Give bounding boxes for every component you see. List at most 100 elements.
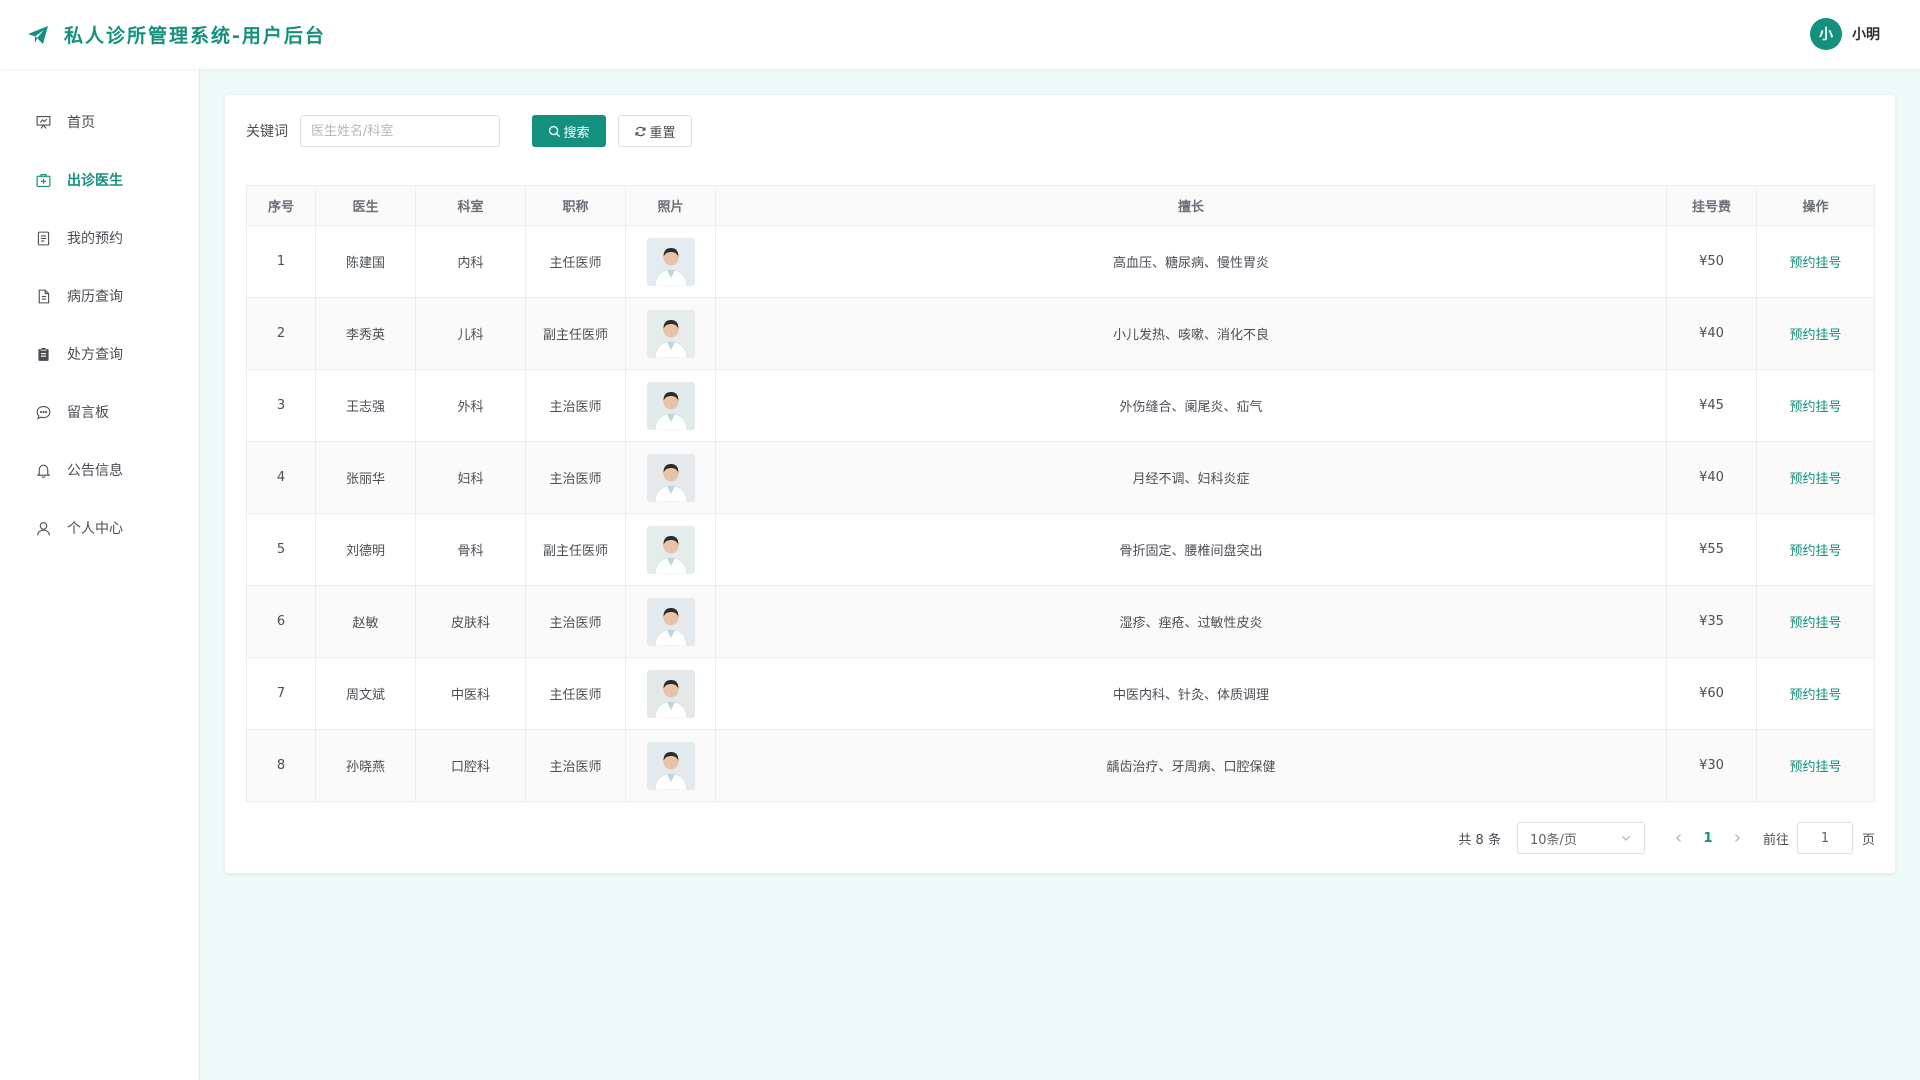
book-appointment-link[interactable]: 预约挂号 [1789,328,1841,343]
sidebar-item-doctors[interactable]: 出诊医生 [0,151,199,209]
sidebar: 首页 出诊医生 我的预约 病历查询 处方查询 留言板 公告信息 个人中心 [0,69,200,1080]
sidebar-item-appointments[interactable]: 我的预约 [0,209,199,267]
doctor-fee-cell: ¥60 [1666,657,1757,730]
doctor-list-card: 关键词 搜索 重置 序号 医生 科室 职称 照片 擅长 挂号费 操作 [225,95,1895,873]
doctor-dept-cell: 中医科 [415,657,526,730]
doctor-dept-cell: 皮肤科 [415,585,526,658]
sidebar-item-label: 出诊医生 [67,173,123,189]
doctor-title-cell: 副主任医师 [525,513,626,586]
table-header-row: 序号 医生 科室 职称 照片 擅长 挂号费 操作 [246,185,1875,226]
column-header: 擅长 [715,185,1667,226]
doctor-dept-cell: 儿科 [415,297,526,370]
doctor-action-cell: 预约挂号 [1756,585,1875,658]
sidebar-item-label: 个人中心 [67,521,123,537]
doctor-specialty-cell: 外伤缝合、阑尾炎、疝气 [715,369,1667,442]
page-size-value: 10条/页 [1529,832,1577,848]
book-appointment-link[interactable]: 预约挂号 [1789,760,1841,775]
doctor-name-cell: 张丽华 [315,441,416,514]
first-aid-kit-icon [34,171,52,189]
doctor-number-cell: 4 [246,441,316,514]
doctor-name-cell: 赵敏 [315,585,416,658]
chevron-left-icon [1676,834,1681,842]
doctor-fee-cell: ¥55 [1666,513,1757,586]
doctor-photo [646,381,695,430]
doctor-fee-cell: ¥40 [1666,441,1757,514]
sidebar-item-notices[interactable]: 公告信息 [0,441,199,499]
sidebar-item-home[interactable]: 首页 [0,93,199,151]
sidebar-item-profile[interactable]: 个人中心 [0,499,199,557]
doctor-specialty-cell: 小儿发热、咳嗽、消化不良 [715,297,1667,370]
doctor-number-cell: 2 [246,297,316,370]
table-row: 8 孙晓燕 口腔科 主治医师 龋齿治疗、牙周病、口腔保健 ¥30 预约挂号 [246,729,1875,802]
book-appointment-link[interactable]: 预约挂号 [1789,688,1841,703]
doctor-number-cell: 5 [246,513,316,586]
doctor-fee-cell: ¥50 [1666,225,1757,298]
column-header: 挂号费 [1666,185,1757,226]
doctor-photo-cell [625,441,716,514]
doctor-dept-cell: 妇科 [415,441,526,514]
next-page-button[interactable] [1727,828,1747,848]
doctor-title-cell: 主治医师 [525,729,626,802]
user-name[interactable]: 小明 [1852,24,1880,44]
pagination: 共 8 条 10条/页 1 前往 页 [1458,822,1875,854]
doctor-photo [646,741,695,790]
doctor-specialty-cell: 月经不调、妇科炎症 [715,441,1667,514]
keyword-label: 关键词 [246,124,288,140]
doctor-specialty-cell: 龋齿治疗、牙周病、口腔保健 [715,729,1667,802]
page-number-current[interactable]: 1 [1693,831,1723,846]
sidebar-item-prescriptions[interactable]: 处方查询 [0,325,199,383]
user-menu[interactable]: 小 小明 [1810,18,1880,50]
book-appointment-link[interactable]: 预约挂号 [1789,616,1841,631]
search-button[interactable]: 搜索 [532,115,606,147]
book-appointment-link[interactable]: 预约挂号 [1789,472,1841,487]
doctor-title-cell: 主治医师 [525,585,626,658]
clipboard-icon [34,345,52,363]
user-avatar[interactable]: 小 [1810,18,1842,50]
doctor-dept-cell: 骨科 [415,513,526,586]
sidebar-item-records[interactable]: 病历查询 [0,267,199,325]
keyword-input[interactable] [300,115,500,147]
doctor-specialty-cell: 湿疹、痤疮、过敏性皮炎 [715,585,1667,658]
chat-bubble-icon [34,403,52,421]
doctor-photo-cell [625,513,716,586]
page-suffix-label: 页 [1861,832,1875,848]
table-row: 4 张丽华 妇科 主治医师 月经不调、妇科炎症 ¥40 预约挂号 [246,441,1875,514]
prev-page-button[interactable] [1669,828,1689,848]
doctor-number-cell: 3 [246,369,316,442]
doctor-photo [646,597,695,646]
doctor-photo-cell [625,225,716,298]
page-size-select[interactable]: 10条/页 [1516,822,1645,854]
doctor-dept-cell: 内科 [415,225,526,298]
doctor-photo [646,453,695,502]
doctor-fee-cell: ¥30 [1666,729,1757,802]
doctor-title-cell: 主任医师 [525,657,626,730]
doctor-photo-cell [625,369,716,442]
column-header: 科室 [415,185,526,226]
doctor-photo-cell [625,729,716,802]
doctor-name-cell: 李秀英 [315,297,416,370]
doctor-title-cell: 主治医师 [525,441,626,514]
sidebar-item-label: 我的预约 [67,231,123,247]
reset-button-label: 重置 [649,125,676,141]
goto-label: 前往 [1762,832,1789,848]
sidebar-item-messages[interactable]: 留言板 [0,383,199,441]
book-appointment-link[interactable]: 预约挂号 [1789,400,1841,415]
doctor-photo [646,309,695,358]
doctor-dept-cell: 口腔科 [415,729,526,802]
doctor-photo-cell [625,657,716,730]
column-header: 序号 [246,185,316,226]
document-icon [34,287,52,305]
book-appointment-link[interactable]: 预约挂号 [1789,544,1841,559]
doctor-action-cell: 预约挂号 [1756,225,1875,298]
doctor-name-cell: 陈建国 [315,225,416,298]
sidebar-item-label: 处方查询 [67,347,123,363]
paper-plane-icon [26,22,52,48]
table-row: 7 周文斌 中医科 主任医师 中医内科、针灸、体质调理 ¥60 预约挂号 [246,657,1875,730]
reset-button[interactable]: 重置 [618,115,692,147]
sidebar-item-label: 病历查询 [67,289,123,305]
doctor-action-cell: 预约挂号 [1756,657,1875,730]
book-appointment-link[interactable]: 预约挂号 [1789,256,1841,271]
goto-page-input[interactable] [1796,822,1853,854]
doctor-photo-cell [625,297,716,370]
search-bar: 关键词 搜索 重置 [246,115,692,147]
